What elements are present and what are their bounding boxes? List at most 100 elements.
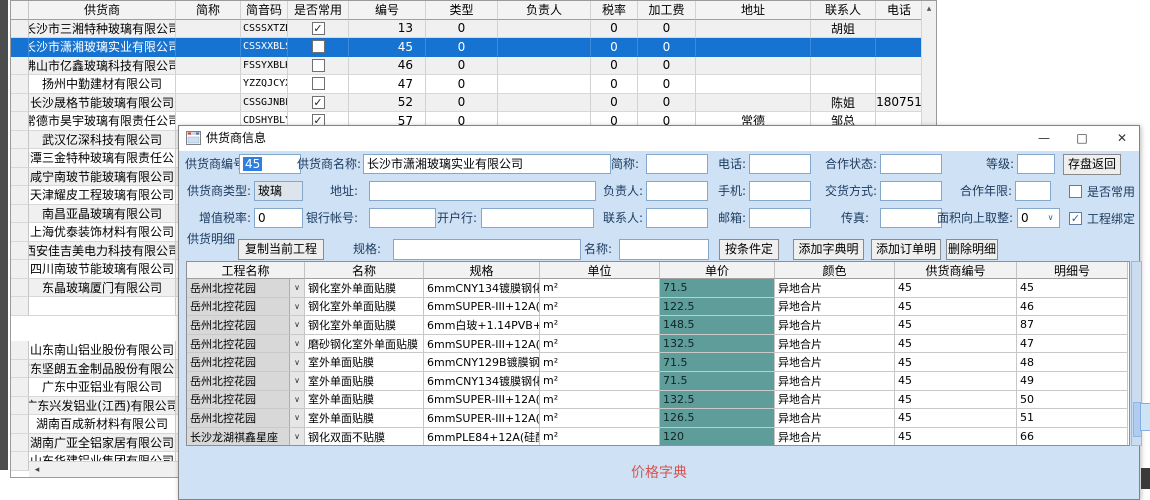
column-header-7[interactable]: 税率 xyxy=(591,1,638,20)
row-header-cell[interactable] xyxy=(11,186,29,205)
chevron-down-icon[interactable]: ∨ xyxy=(289,298,304,316)
detail-cell[interactable]: 岳州北控花园∨ xyxy=(187,298,305,317)
add-order-detail-button[interactable]: 添加订单明细 xyxy=(871,239,941,260)
bank-account-input[interactable] xyxy=(369,208,436,228)
detail-column-header-6[interactable]: 供货商编号 xyxy=(895,262,1017,279)
row-header-cell[interactable] xyxy=(11,38,29,57)
table-row[interactable]: 岳州北控花园∨钢化室外单面贴膜6mmSUPER-III+12A(硅...m²12… xyxy=(187,298,1129,317)
chevron-down-icon[interactable]: ∨ xyxy=(289,316,304,334)
close-button[interactable]: ✕ xyxy=(1107,126,1137,150)
detail-cell[interactable]: 岳州北控花园∨ xyxy=(187,372,305,391)
bank-branch-input[interactable] xyxy=(481,208,594,228)
column-header-2[interactable]: 简音码 xyxy=(241,1,288,20)
row-header-cell[interactable] xyxy=(11,279,29,298)
is-common-checkbox[interactable]: 是否常用 xyxy=(1069,181,1135,201)
column-header-0[interactable]: 供货商 xyxy=(29,1,176,20)
row-header-cell[interactable] xyxy=(11,378,29,397)
row-header-cell[interactable] xyxy=(11,223,29,242)
table-row[interactable]: 岳州北控花园∨室外单面贴膜6mmSUPER-III+12A(硅...m²132.… xyxy=(187,391,1129,410)
row-header-cell[interactable] xyxy=(11,415,29,434)
detail-column-header-3[interactable]: 单位 xyxy=(540,262,660,279)
manager-input[interactable] xyxy=(646,181,708,201)
name-filter-input[interactable] xyxy=(619,239,709,260)
common-checkbox[interactable] xyxy=(312,77,325,90)
phone-input[interactable] xyxy=(749,154,811,174)
chevron-down-icon[interactable]: ∨ xyxy=(1044,211,1057,225)
spec-filter-input[interactable] xyxy=(393,239,581,260)
scroll-left-icon[interactable]: ◂ xyxy=(29,465,45,475)
column-header-6[interactable]: 负责人 xyxy=(498,1,591,20)
table-row[interactable]: 岳州北控花园∨磨砂钢化室外单面贴膜6mmSUPER-III+12A(硅...m²… xyxy=(187,335,1129,354)
chevron-down-icon[interactable]: ∨ xyxy=(289,353,304,371)
column-header-1[interactable]: 简称 xyxy=(176,1,241,20)
chevron-down-icon[interactable]: ∨ xyxy=(289,372,304,390)
dialog-titlebar[interactable]: 供货商信息 — □ ✕ xyxy=(179,126,1139,151)
row-header-cell[interactable] xyxy=(11,452,29,471)
add-dict-detail-button[interactable]: 添加字典明细 xyxy=(793,239,864,260)
table-row[interactable]: 长沙龙湖祺鑫星座∨钢化双面不贴膜6mmPLE84+12A(硅酮胶...m²120… xyxy=(187,428,1129,446)
detail-column-header-4[interactable]: 单价 xyxy=(660,262,775,279)
row-header-cell[interactable] xyxy=(11,57,29,76)
detail-column-header-1[interactable]: 名称 xyxy=(305,262,424,279)
save-return-button[interactable]: 存盘返回 xyxy=(1063,154,1121,175)
table-row[interactable]: 岳州北控花园∨钢化室外单面贴膜6mm白玻+1.14PVB+6mm...m²148… xyxy=(187,316,1129,335)
row-header-cell[interactable] xyxy=(11,149,29,168)
row-header-cell[interactable] xyxy=(11,131,29,150)
coop-status-input[interactable] xyxy=(880,154,942,174)
row-header-cell[interactable] xyxy=(11,242,29,261)
row-header-cell[interactable] xyxy=(11,360,29,379)
table-row[interactable]: 长沙市三湘特种玻璃有限公司CSSSXTZBL..✓13000胡姐 xyxy=(11,20,936,39)
column-header-9[interactable]: 地址 xyxy=(696,1,811,20)
address-input[interactable] xyxy=(369,181,596,201)
row-header-cell[interactable] xyxy=(11,434,29,453)
vat-rate-input[interactable]: 0 xyxy=(254,208,303,228)
detail-cell[interactable]: 长沙龙湖祺鑫星座∨ xyxy=(187,428,305,446)
detail-cell[interactable]: 岳州北控花园∨ xyxy=(187,409,305,428)
area-round-up-combobox[interactable]: 0 ∨ xyxy=(1017,208,1060,228)
locate-by-condition-button[interactable]: 按条件定位 xyxy=(719,239,779,260)
column-header-10[interactable]: 联系人 xyxy=(811,1,876,20)
chevron-down-icon[interactable]: ∨ xyxy=(289,428,304,446)
common-checkbox[interactable]: ✓ xyxy=(312,96,325,109)
detail-cell[interactable]: 岳州北控花园∨ xyxy=(187,391,305,410)
detail-column-header-0[interactable]: 工程名称 xyxy=(187,262,305,279)
table-row[interactable]: 岳州北控花园∨钢化室外单面贴膜6mmCNY134镀膜钢化m²71.5异地合片45… xyxy=(187,279,1129,298)
abbr-input[interactable] xyxy=(646,154,708,174)
contact-input[interactable] xyxy=(646,208,708,228)
maximize-button[interactable]: □ xyxy=(1067,126,1097,150)
detail-cell[interactable]: 岳州北控花园∨ xyxy=(187,279,305,298)
row-header-cell[interactable] xyxy=(11,94,29,113)
project-bind-checkbox[interactable]: ✓ 工程绑定 xyxy=(1069,208,1135,228)
detail-column-header-7[interactable]: 明细号 xyxy=(1017,262,1128,279)
column-header-4[interactable]: 编号 xyxy=(349,1,426,20)
row-header-cell[interactable] xyxy=(11,260,29,279)
row-header-cell[interactable] xyxy=(11,341,29,360)
row-header-cell[interactable] xyxy=(11,297,29,316)
delivery-method-input[interactable] xyxy=(880,181,942,201)
chevron-down-icon[interactable]: ∨ xyxy=(289,409,304,427)
email-input[interactable] xyxy=(749,208,811,228)
chevron-down-icon[interactable]: ∨ xyxy=(289,279,304,297)
row-header-cell[interactable] xyxy=(11,397,29,416)
table-row[interactable]: 长沙晟格节能玻璃有限公司CSSGJNBLYXGS✓52000陈姐180751 xyxy=(11,94,936,113)
detail-cell[interactable]: 岳州北控花园∨ xyxy=(187,316,305,335)
row-header-cell[interactable] xyxy=(11,112,29,131)
delete-detail-button[interactable]: 删除明细 xyxy=(946,239,998,260)
detail-column-header-2[interactable]: 规格 xyxy=(424,262,540,279)
common-checkbox[interactable]: ✓ xyxy=(312,22,325,35)
column-header-11[interactable]: 电话 xyxy=(876,1,923,20)
table-row[interactable]: 佛山市亿鑫玻璃科技有限公司FSSYXBLKJ..46000 xyxy=(11,57,936,76)
table-row[interactable]: 岳州北控花园∨室外单面贴膜6mmCNY134镀膜钢化m²71.5异地合片4549 xyxy=(187,372,1129,391)
minimize-button[interactable]: — xyxy=(1029,126,1059,150)
coop-years-input[interactable] xyxy=(1015,181,1051,201)
copy-current-project-button[interactable]: 复制当前工程 xyxy=(238,239,324,260)
row-header-cell[interactable] xyxy=(11,168,29,187)
detail-cell[interactable]: 岳州北控花园∨ xyxy=(187,353,305,372)
common-checkbox[interactable] xyxy=(312,59,325,72)
mobile-input[interactable] xyxy=(749,181,811,201)
supplier-type-input[interactable]: 玻璃 xyxy=(254,181,303,201)
scroll-up-icon[interactable]: ▴ xyxy=(927,4,932,14)
row-header-cell[interactable] xyxy=(11,205,29,224)
table-row[interactable]: 扬州中勤建材有限公司YZZQJCYXGS47000 xyxy=(11,75,936,94)
table-row[interactable]: 岳州北控花园∨室外单面贴膜6mmSUPER-III+12A(硅...m²126.… xyxy=(187,409,1129,428)
